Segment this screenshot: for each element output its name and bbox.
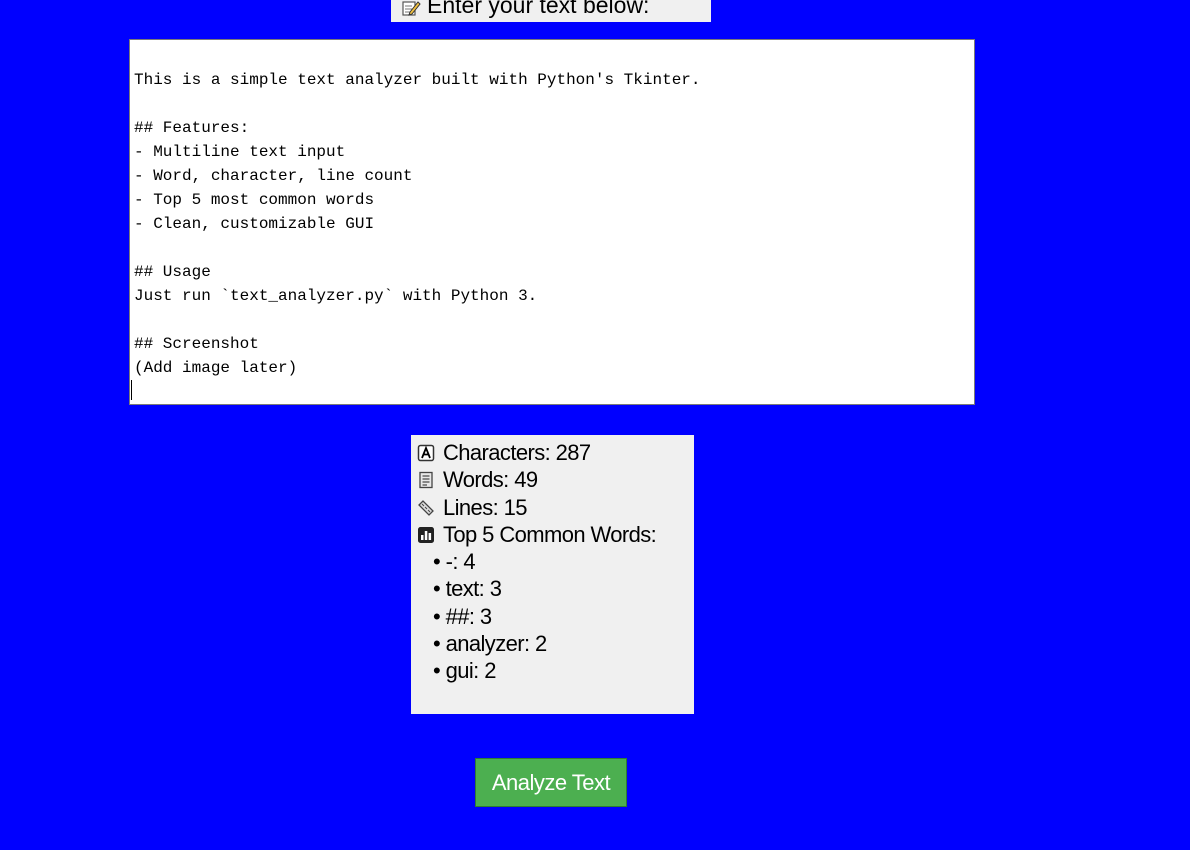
words-stat-text: Words: 49 <box>443 467 538 493</box>
list-item: • text: 3 <box>433 576 502 602</box>
letter-a-icon <box>417 441 437 462</box>
top-words-heading: Top 5 Common Words: <box>417 521 694 548</box>
document-icon <box>417 468 437 489</box>
list-item: • ##: 3 <box>433 603 492 629</box>
input-prompt-label: Enter your text below: <box>391 0 711 22</box>
analyze-text-button[interactable]: Analyze Text <box>475 758 627 807</box>
list-item: • -: 4 <box>433 549 476 575</box>
characters-stat: Characters: 287 <box>417 439 694 466</box>
list-item: • analyzer: 2 <box>433 631 547 657</box>
list-item: • gui: 2 <box>433 658 496 684</box>
text-input[interactable]: This is a simple text analyzer built wit… <box>129 39 975 405</box>
input-prompt-text: Enter your text below: <box>427 0 650 18</box>
text-cursor <box>131 380 132 400</box>
top-words-heading-text: Top 5 Common Words: <box>443 521 657 547</box>
lines-stat: Lines: 15 <box>417 494 694 521</box>
results-panel: Characters: 287 Words: 49 Lines: 15 Top … <box>411 435 694 714</box>
ruler-icon <box>417 496 437 516</box>
bar-chart-icon <box>417 523 437 543</box>
words-stat: Words: 49 <box>417 466 694 493</box>
memo-pencil-icon <box>401 0 421 16</box>
lines-stat-text: Lines: 15 <box>443 494 527 520</box>
app-window: Enter your text below: This is a simple … <box>0 0 1190 850</box>
characters-stat-text: Characters: 287 <box>443 440 591 465</box>
